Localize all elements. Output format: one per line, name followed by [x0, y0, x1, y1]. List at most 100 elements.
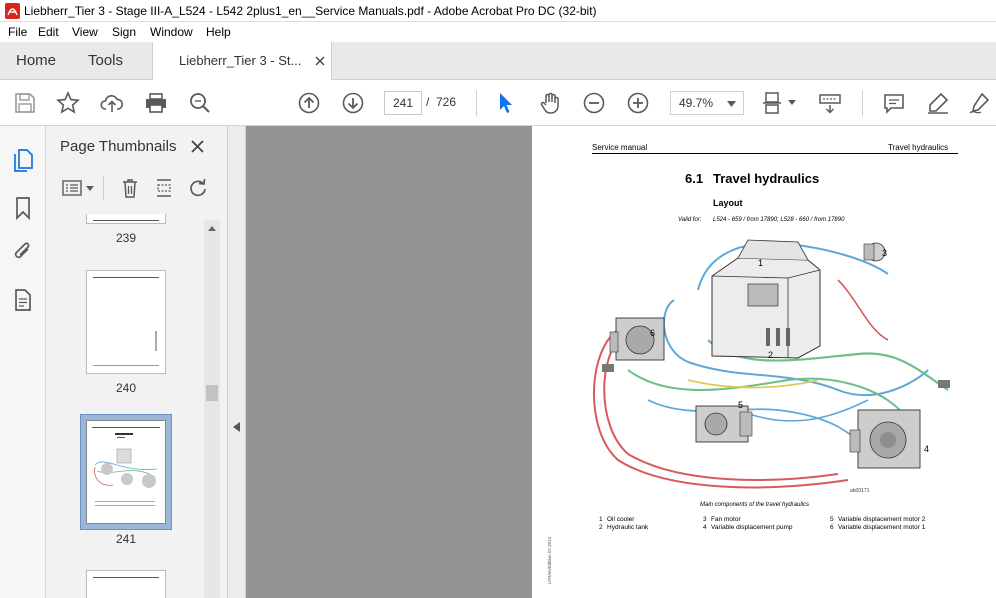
thumbnail-label: 239 [115, 231, 137, 245]
next-page-icon[interactable] [341, 91, 365, 115]
star-bookmark-icon[interactable] [56, 91, 80, 115]
thumbnail-scrollbar[interactable] [204, 220, 220, 598]
thumbnail-list[interactable]: 239 240 241 [46, 214, 228, 598]
document-viewer[interactable]: Service manual Travel hydraulics 6.1 Tra… [246, 126, 996, 598]
options-chevron-icon[interactable] [86, 186, 94, 191]
tab-tools[interactable]: Tools [88, 42, 123, 80]
zoom-value: 49.7% [679, 96, 714, 110]
page-header-left: Service manual [592, 143, 648, 152]
toolbar: 241 / 726 49.7% [0, 80, 996, 126]
tab-home[interactable]: Home [16, 42, 56, 80]
navigation-rail [0, 126, 46, 598]
legend-text: Variable displacement pump [711, 524, 793, 531]
zoom-out-icon[interactable] [582, 91, 606, 115]
callout-5: 5 [738, 400, 743, 410]
menu-window[interactable]: Window [150, 25, 193, 39]
panel-toolbar-divider [103, 176, 104, 200]
zoom-select[interactable]: 49.7% [670, 91, 744, 115]
menu-edit[interactable]: Edit [38, 25, 59, 39]
scrollbar-thumb[interactable] [206, 385, 218, 401]
legend-text: Fan motor [711, 516, 741, 523]
travel-hydraulics-diagram: 1 2 3 4 5 6 ab00171 [593, 239, 950, 494]
side-edition-code: LFR/en/Edition 07.2013 [547, 536, 553, 585]
keyboard-tools-icon[interactable] [818, 91, 842, 115]
delete-page-icon[interactable] [120, 178, 140, 198]
section-title: Travel hydraulics [713, 171, 820, 186]
callout-2: 2 [768, 350, 773, 360]
legend-text: Variable displacement motor 2 [838, 516, 926, 523]
toolbar-divider [862, 90, 863, 116]
comment-icon[interactable] [882, 91, 906, 115]
page-header-right: Travel hydraulics [888, 143, 949, 152]
header-rule [592, 153, 958, 154]
menu-bar: File Edit View Sign Window Help [0, 22, 996, 42]
thumbnail-options-icon[interactable] [62, 180, 82, 196]
callout-4: 4 [924, 444, 929, 454]
legend-num: 3 [703, 516, 707, 523]
extract-pages-icon[interactable] [154, 178, 174, 198]
legend-num: 1 [599, 516, 603, 523]
bookmark-icon[interactable] [14, 196, 32, 220]
thumbnail-label: 240 [115, 381, 137, 395]
title-bar: Liebherr_Tier 3 - Stage III-A_L524 - L54… [0, 0, 996, 22]
callout-6: 6 [650, 328, 655, 338]
sign-pen-icon[interactable] [968, 91, 992, 115]
attachment-icon[interactable] [12, 240, 34, 264]
subheading: Layout [713, 198, 743, 208]
layers-document-icon[interactable] [13, 288, 33, 312]
panel-collapse-handle[interactable] [228, 126, 246, 598]
page-separator: / [426, 95, 430, 109]
legend-num: 2 [599, 524, 603, 531]
thumbnail-page-242[interactable] [86, 570, 166, 598]
callout-1: 1 [758, 258, 763, 268]
thumbnail-page-240[interactable] [86, 270, 166, 374]
tab-document[interactable]: Liebherr_Tier 3 - St... [152, 42, 332, 81]
page-fit-chevron-icon[interactable] [788, 100, 796, 105]
menu-file[interactable]: File [8, 25, 27, 39]
tab-bar: Home Tools Liebherr_Tier 3 - St... [0, 42, 996, 81]
valid-for-label: Valid for: [678, 217, 702, 223]
close-tab-icon[interactable] [315, 56, 325, 66]
thumbnail-label: 241 [115, 532, 137, 546]
image-reference: ab00171 [850, 488, 870, 494]
highlight-pen-icon[interactable] [926, 91, 950, 115]
acrobat-logo-icon [5, 3, 20, 19]
page-fit-icon[interactable] [762, 91, 786, 115]
thumbnail-page-241 [86, 420, 166, 524]
legend-text: Variable displacement motor 1 [838, 524, 926, 531]
toolbar-divider [476, 90, 477, 116]
close-panel-icon[interactable] [191, 140, 204, 153]
collapse-left-icon[interactable] [233, 422, 240, 432]
valid-for-value: L524 - 659 / from 17890; L528 - 660 / fr… [713, 217, 845, 223]
total-pages: 726 [436, 95, 457, 109]
page-number-input[interactable]: 241 [384, 91, 422, 115]
hand-tool-icon[interactable] [538, 91, 562, 115]
thumbnail-page-239[interactable] [86, 214, 166, 224]
page-thumbnails-icon[interactable] [12, 148, 34, 172]
select-cursor-icon[interactable] [494, 91, 518, 115]
zoom-search-icon[interactable] [188, 91, 212, 115]
page-thumbnails-panel: Page Thumbnails 239 240 241 [46, 126, 228, 598]
figure-caption: Main components of the travel hydraulics [700, 502, 810, 508]
legend-num: 4 [703, 524, 707, 531]
previous-page-icon[interactable] [297, 91, 321, 115]
chevron-down-icon [727, 101, 736, 107]
menu-view[interactable]: View [72, 25, 98, 39]
zoom-in-icon[interactable] [626, 91, 650, 115]
save-icon[interactable] [13, 91, 37, 115]
current-page-value: 241 [393, 96, 414, 110]
pdf-page: Service manual Travel hydraulics 6.1 Tra… [532, 126, 996, 598]
legend-text: Oil cooler [607, 516, 635, 523]
legend-num: 5 [830, 516, 834, 523]
callout-3: 3 [882, 248, 887, 258]
scroll-up-icon[interactable] [208, 226, 216, 231]
rotate-page-icon[interactable] [188, 178, 208, 198]
menu-help[interactable]: Help [206, 25, 231, 39]
menu-sign[interactable]: Sign [112, 25, 136, 39]
tab-document-label: Liebherr_Tier 3 - St... [179, 53, 302, 68]
section-number: 6.1 [685, 171, 704, 186]
legend-num: 6 [830, 524, 834, 531]
print-icon[interactable] [144, 91, 168, 115]
thumbnail-page-241-selected[interactable] [80, 414, 172, 530]
upload-cloud-icon[interactable] [100, 91, 124, 115]
